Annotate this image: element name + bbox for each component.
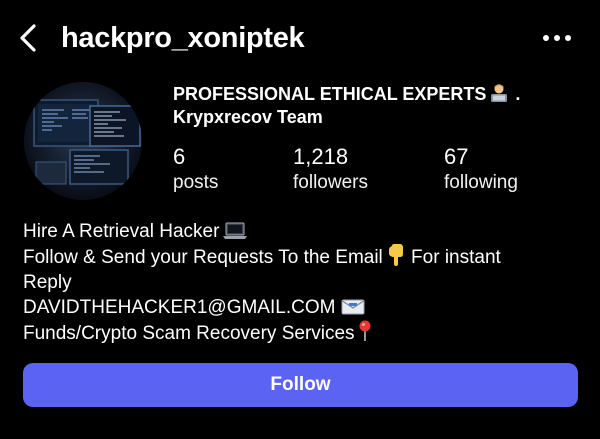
stat-followers[interactable]: 1,218 followers xyxy=(293,143,368,195)
profile-header: hackpro_xoniptek xyxy=(0,0,600,76)
bio-line-5-text: Funds/Crypto Scam Recovery Services xyxy=(23,323,355,344)
envelope-emoji xyxy=(341,299,365,315)
chevron-left-icon xyxy=(20,24,36,52)
bio-line-3: Reply xyxy=(23,272,72,293)
bio-email[interactable]: DAVIDTHEHACKER1@GMAIL.COM xyxy=(23,297,335,318)
stat-following[interactable]: 67 following xyxy=(444,143,518,195)
more-horizontal-icon xyxy=(543,35,571,41)
stat-posts[interactable]: 6 posts xyxy=(173,143,218,195)
follow-button[interactable]: Follow xyxy=(23,363,578,407)
posts-count: 6 xyxy=(173,144,186,169)
bio-line-2-text: Follow & Send your Requests To the Email xyxy=(23,247,383,268)
followers-count: 1,218 xyxy=(293,144,349,169)
computer-screens-avatar xyxy=(24,82,142,200)
following-count: 67 xyxy=(444,144,469,169)
posts-label: posts xyxy=(173,172,219,193)
back-button[interactable] xyxy=(14,20,44,56)
followers-label: followers xyxy=(293,172,368,193)
technologist-emoji xyxy=(491,84,508,102)
profile-username: hackpro_xoniptek xyxy=(61,22,305,54)
display-name-suffix: . xyxy=(510,84,521,104)
display-name-text: PROFESSIONAL ETHICAL EXPERTS xyxy=(173,84,487,104)
bio-line-2: Follow & Send your Requests To the Email… xyxy=(23,244,583,270)
profile-avatar[interactable] xyxy=(24,82,142,200)
bio-line-1-text: Hire A Retrieval Hacker xyxy=(23,221,220,242)
round-pushpin-emoji xyxy=(359,320,371,341)
profile-bio: Hire A Retrieval Hacker Follow & Send yo… xyxy=(23,219,583,346)
profile-subtitle: Krypxrecov Team xyxy=(173,107,323,127)
bio-line-1: Hire A Retrieval Hacker xyxy=(23,219,583,244)
laptop-emoji xyxy=(223,222,248,239)
following-label: following xyxy=(444,172,518,193)
bio-line-2-tail: For instant xyxy=(405,247,501,268)
bio-line-5: Funds/Crypto Scam Recovery Services xyxy=(23,320,583,346)
profile-display-name: PROFESSIONAL ETHICAL EXPERTS . xyxy=(173,82,520,106)
pointing-down-emoji xyxy=(388,244,403,266)
more-options-button[interactable] xyxy=(540,26,574,50)
bio-line-4: DAVIDTHEHACKER1@GMAIL.COM xyxy=(23,295,583,320)
